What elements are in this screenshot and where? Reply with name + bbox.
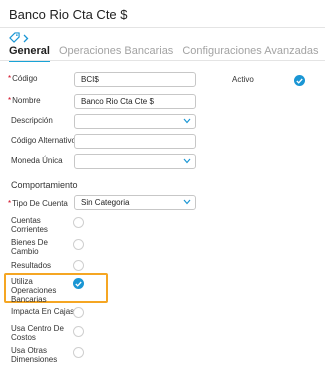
codigo-alternativo-input[interactable] [74,134,196,149]
chevron-down-icon [183,199,191,205]
usa-otras-dimensiones-checkbox[interactable] [73,347,84,358]
utiliza-operaciones-bancarias-checkbox[interactable] [73,278,84,289]
usa-centro-de-costos-checkbox[interactable] [73,326,84,337]
nombre-input[interactable]: Banco Rio Cta Cte $ [74,94,196,109]
codigo-alternativo-label: Código Alternativo [11,136,76,145]
nombre-label: *Nombre [8,96,41,105]
resultados-checkbox[interactable] [73,260,84,271]
header-divider [0,27,325,28]
bienes-de-cambio-checkbox[interactable] [73,239,84,250]
impacta-en-cajas-checkbox[interactable] [73,307,84,318]
bienes-de-cambio-label: Bienes De Cambio [11,238,48,256]
impacta-en-cajas-label: Impacta En Cajas [11,307,75,316]
moneda-unica-select[interactable] [74,154,196,169]
usa-otras-dimensiones-label: Usa Otras Dimensiones [11,346,58,364]
required-marker: * [8,74,12,83]
page-title: Banco Rio Cta Cte $ [9,7,128,22]
descripcion-label: Descripción [11,116,53,125]
required-marker: * [8,199,12,208]
activo-label: Activo [232,75,254,84]
chevron-down-icon [183,118,191,124]
codigo-label: *Código [8,74,38,83]
moneda-unica-label: Moneda Única [11,156,63,165]
descripcion-select[interactable] [74,114,196,129]
resultados-label: Resultados [11,261,52,270]
usa-centro-de-costos-label: Usa Centro De Costos [11,324,64,342]
tipo-de-cuenta-label: *Tipo De Cuenta [8,199,68,208]
utiliza-operaciones-bancarias-label: Utiliza Operaciones Bancarias [11,277,57,304]
activo-checkbox[interactable] [294,75,305,86]
codigo-input[interactable]: BCI$ [74,72,196,87]
tabs-divider [0,60,325,61]
cuentas-corrientes-checkbox[interactable] [73,217,84,228]
tags-row[interactable] [9,32,29,46]
cuentas-corrientes-label: Cuentas Corrientes [11,216,48,234]
check-icon [75,281,82,287]
required-marker: * [8,96,12,105]
tipo-de-cuenta-select[interactable]: Sin Categoria [74,195,196,210]
check-icon [296,78,303,84]
chevron-down-icon [183,158,191,164]
comportamiento-section-title: Comportamiento [11,180,78,190]
